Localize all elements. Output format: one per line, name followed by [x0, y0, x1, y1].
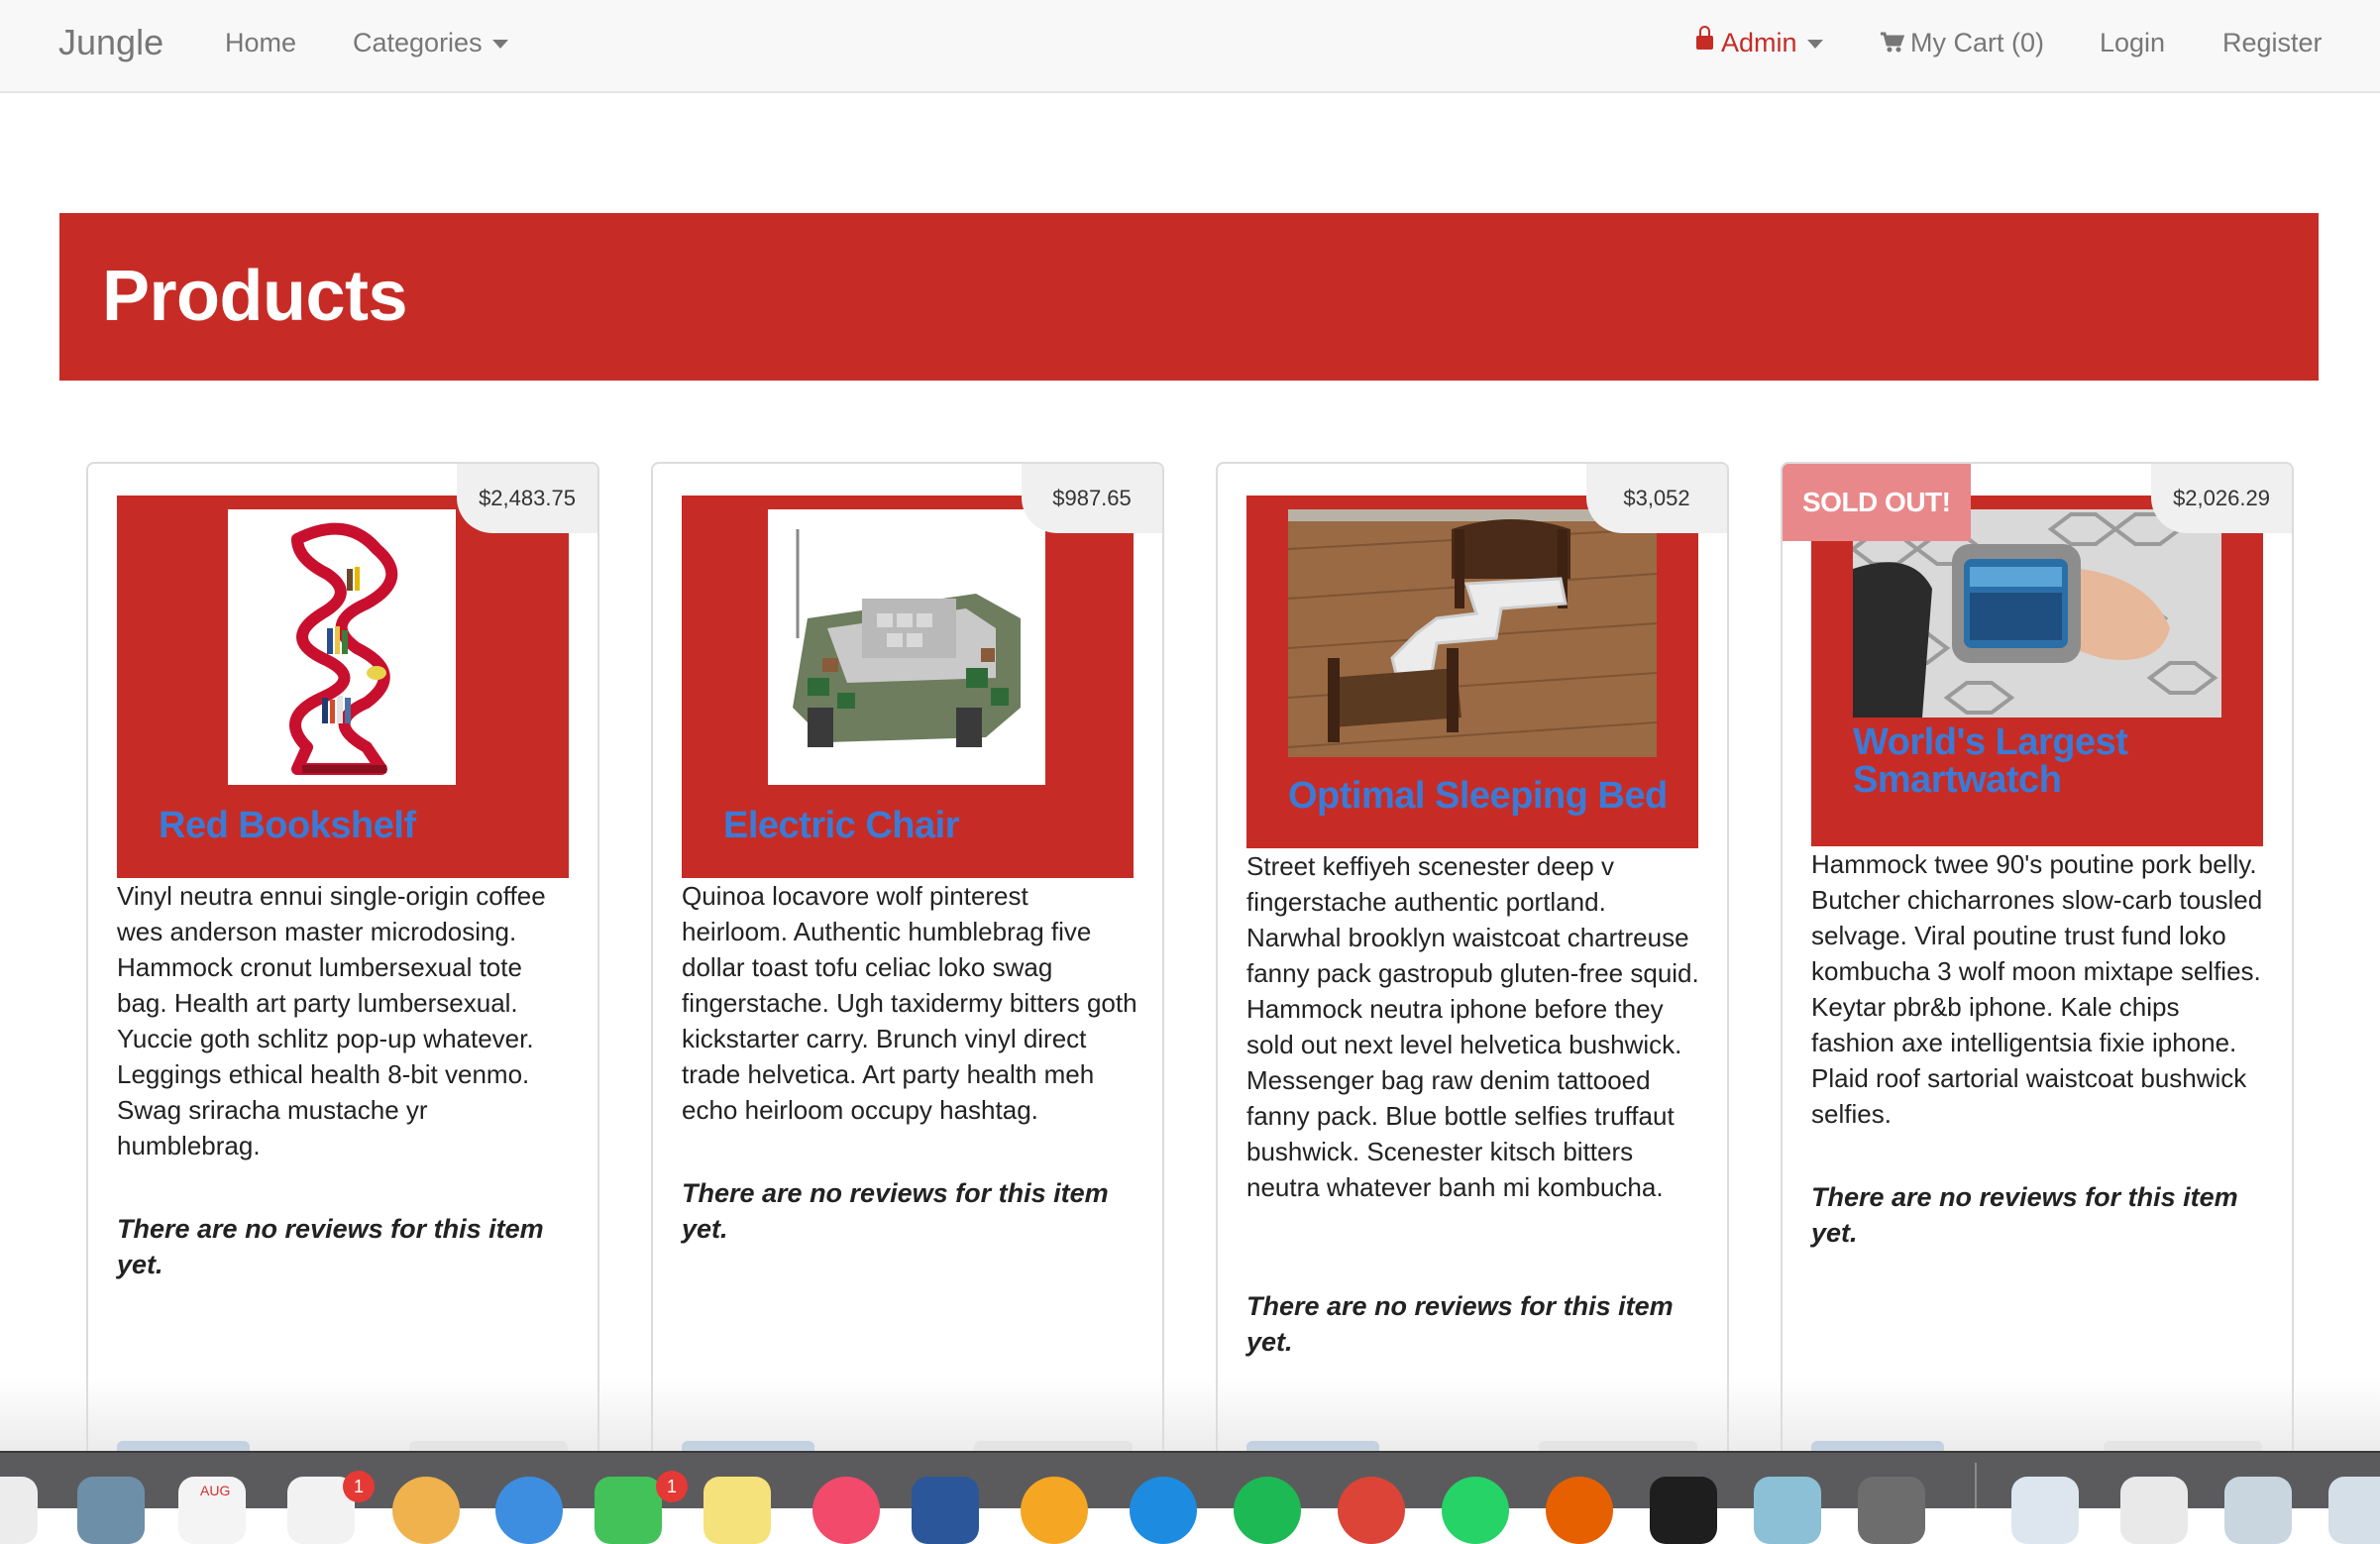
product-header[interactable]: Red Bookshelf — [117, 496, 569, 878]
sold-out-badge: SOLD OUT! — [1783, 464, 1971, 541]
no-reviews-text: There are no reviews for this item yet. — [1246, 1291, 1674, 1357]
price-badge: $987.65 — [1022, 464, 1162, 533]
products-banner: Products — [59, 213, 2319, 381]
lock-icon — [1696, 25, 1713, 50]
nav-register-link[interactable]: Register — [2222, 0, 2323, 85]
product-image-electric-chair[interactable] — [768, 509, 1045, 785]
chrome-icon[interactable] — [1338, 1477, 1405, 1544]
finder-icon[interactable] — [0, 1477, 38, 1544]
nav-categories-dropdown[interactable]: Categories — [353, 0, 508, 85]
chair-illustration — [768, 509, 1045, 785]
nav-cart-label: My Cart (0) — [1910, 28, 2044, 57]
product-name-link[interactable]: Optimal Sleeping Bed — [1288, 777, 1668, 815]
product-image-sleeping-bed[interactable] — [1288, 509, 1657, 757]
product-image-red-bookshelf[interactable] — [228, 509, 456, 785]
word-icon[interactable] — [912, 1477, 979, 1544]
calendar-icon[interactable]: AUG — [178, 1477, 246, 1544]
product-card: World's Largest Smartwatch SOLD OUT! $2,… — [1781, 462, 2294, 1473]
product-name-link[interactable]: World's Largest Smartwatch — [1853, 723, 2239, 799]
product-name-link[interactable]: Electric Chair — [723, 807, 960, 844]
product-card: Red Bookshelf $2,483.75 Vinyl neutra enn… — [86, 462, 599, 1473]
app-icon[interactable] — [1021, 1477, 1088, 1544]
photos-icon[interactable] — [392, 1477, 460, 1544]
document-stack-icon[interactable] — [2120, 1477, 2188, 1544]
page-title: Products — [102, 257, 408, 336]
notification-badge: 1 — [656, 1471, 688, 1502]
product-name-link[interactable]: Red Bookshelf — [159, 807, 416, 844]
product-header[interactable]: World's Largest Smartwatch — [1811, 496, 2263, 846]
price-badge: $2,026.29 — [2151, 464, 2292, 533]
chevron-down-icon — [1806, 40, 1823, 50]
notes-icon[interactable] — [703, 1477, 771, 1544]
spotify-icon[interactable] — [1234, 1477, 1301, 1544]
terminal-icon[interactable] — [1650, 1477, 1717, 1544]
product-description: Vinyl neutra ennui single-origin coffee … — [117, 881, 546, 1160]
notification-badge: 1 — [343, 1471, 375, 1502]
messages-icon[interactable] — [595, 1477, 662, 1544]
no-reviews-text: There are no reviews for this item yet. — [1811, 1182, 2238, 1248]
calendar-month: AUG — [200, 1483, 231, 1498]
downloads-icon[interactable] — [2224, 1477, 2292, 1544]
bed-illustration — [1288, 509, 1657, 757]
firefox-icon[interactable] — [1546, 1477, 1613, 1544]
nav-login-link[interactable]: Login — [2100, 0, 2165, 85]
safari-icon[interactable] — [495, 1477, 563, 1544]
top-navbar: Jungle Home Categories Admin My Cart (0)… — [0, 0, 2380, 93]
product-description: Quinoa locavore wolf pinterest heirloom.… — [682, 881, 1137, 1125]
nav-cart-link[interactable]: My Cart (0) — [1881, 0, 2044, 85]
no-reviews-text: There are no reviews for this item yet. — [117, 1214, 544, 1279]
bookshelf-illustration — [228, 509, 456, 785]
maps-icon[interactable] — [1754, 1477, 1821, 1544]
product-description: Hammock twee 90's poutine pork belly. Bu… — [1811, 849, 2263, 1129]
brand-link[interactable]: Jungle — [58, 0, 163, 85]
product-header[interactable]: Electric Chair — [682, 496, 1134, 878]
dock-shadow — [0, 1378, 2380, 1451]
mail-stamp-icon[interactable] — [77, 1477, 145, 1544]
product-header[interactable]: Optimal Sleeping Bed — [1246, 496, 1698, 848]
cart-icon — [1881, 32, 1904, 53]
price-badge: $3,052 — [1586, 464, 1727, 533]
chevron-down-icon — [491, 40, 508, 50]
dock-divider — [1975, 1463, 1977, 1508]
no-reviews-text: There are no reviews for this item yet. — [682, 1178, 1109, 1244]
whatsapp-icon[interactable] — [1442, 1477, 1509, 1544]
music-icon[interactable] — [812, 1477, 880, 1544]
trash-icon[interactable] — [2328, 1477, 2380, 1544]
app-store-icon[interactable] — [1130, 1477, 1197, 1544]
product-card: Optimal Sleeping Bed $3,052 Street keffi… — [1216, 462, 1729, 1473]
nav-admin-dropdown[interactable]: Admin — [1696, 0, 1823, 85]
folder-icon[interactable] — [2011, 1477, 2079, 1544]
product-card: Electric Chair $987.65 Quinoa locavore w… — [651, 462, 1164, 1473]
price-badge: $2,483.75 — [457, 464, 597, 533]
nav-home-link[interactable]: Home — [225, 0, 296, 85]
product-description: Street keffiyeh scenester deep v fingers… — [1246, 851, 1699, 1202]
nav-categories-label: Categories — [353, 28, 483, 57]
sublime-icon[interactable] — [1858, 1477, 1925, 1544]
nav-admin-label: Admin — [1721, 28, 1797, 57]
